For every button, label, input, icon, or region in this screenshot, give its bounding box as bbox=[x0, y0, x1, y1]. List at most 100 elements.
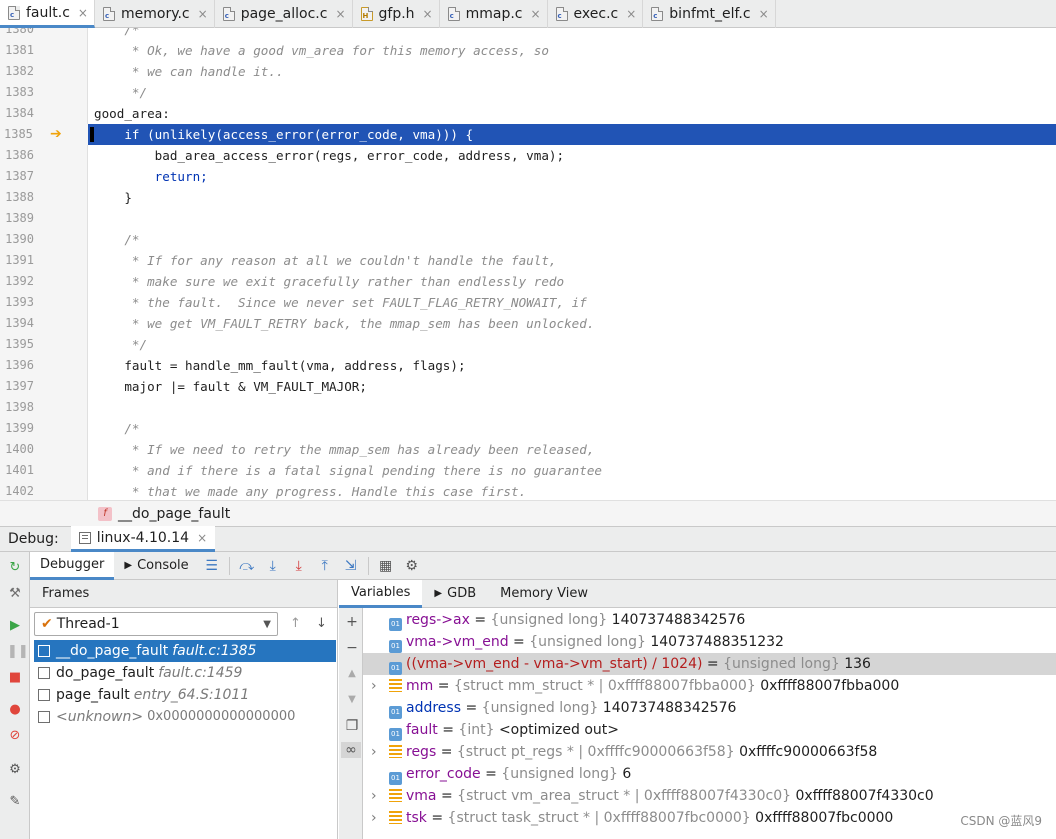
tab-gfp-h[interactable]: H gfp.h × bbox=[353, 0, 440, 28]
chevron-right-icon[interactable]: › bbox=[371, 741, 377, 763]
frame-row[interactable]: page_fault entry_64.S:1011 bbox=[34, 684, 336, 706]
tab-console[interactable]: ▶ Console bbox=[114, 552, 198, 580]
close-icon[interactable]: × bbox=[197, 531, 207, 545]
close-icon[interactable]: × bbox=[335, 7, 345, 21]
tab-page-alloc-c[interactable]: c page_alloc.c × bbox=[215, 0, 353, 28]
line-number[interactable]: 1400 bbox=[0, 439, 34, 460]
code-line[interactable]: 1390 /* bbox=[0, 229, 1056, 250]
line-number[interactable]: 1393 bbox=[0, 292, 34, 313]
tab-memory-c[interactable]: c memory.c × bbox=[95, 0, 215, 28]
move-up-icon[interactable]: ▲ bbox=[345, 668, 359, 679]
code-line[interactable]: 1389 bbox=[0, 208, 1056, 229]
copy-icon[interactable]: ❐ bbox=[345, 718, 359, 734]
line-number[interactable]: 1388 bbox=[0, 187, 34, 208]
move-down-icon[interactable]: ▼ bbox=[345, 694, 359, 705]
line-number[interactable]: 1392 bbox=[0, 271, 34, 292]
settings-icon[interactable]: ⚙ bbox=[399, 558, 425, 574]
frame-row[interactable]: __do_page_fault fault.c:1385 bbox=[34, 640, 336, 662]
close-icon[interactable]: × bbox=[423, 7, 433, 21]
variable-row[interactable]: › mm = {struct mm_struct * | 0xffff88007f… bbox=[363, 675, 1056, 697]
chevron-right-icon[interactable]: › bbox=[371, 807, 377, 829]
line-number[interactable]: 1394 bbox=[0, 313, 34, 334]
code-line[interactable]: 1391 * If for any reason at all we could… bbox=[0, 250, 1056, 271]
code-line[interactable]: 1400 * If we need to retry the mmap_sem … bbox=[0, 439, 1056, 460]
step-into-icon[interactable]: ⤓ bbox=[260, 558, 286, 574]
code-line[interactable]: 1402 * that we made any progress. Handle… bbox=[0, 481, 1056, 500]
resume-icon[interactable]: ▶ bbox=[7, 618, 23, 634]
chevron-right-icon[interactable]: › bbox=[371, 675, 377, 697]
variable-row[interactable]: 01 fault = {int} <optimized out> bbox=[363, 719, 1056, 741]
gear-icon[interactable]: ⚙ bbox=[7, 762, 23, 778]
variable-row[interactable]: 01 regs->ax = {unsigned long} 14073748834… bbox=[363, 609, 1056, 631]
current-line[interactable]: 1385 ➔ if (unlikely(access_error(error_co… bbox=[0, 124, 1056, 145]
breadcrumb-function[interactable]: __do_page_fault bbox=[118, 506, 230, 522]
line-number[interactable]: 1380 bbox=[0, 28, 34, 40]
tab-fault-c[interactable]: c fault.c × bbox=[0, 0, 95, 28]
tab-binfmt-elf-c[interactable]: c binfmt_elf.c × bbox=[643, 0, 776, 28]
pin-icon[interactable]: ✎ bbox=[7, 794, 23, 810]
step-over-icon[interactable]: ⤼ bbox=[234, 558, 260, 574]
code-line[interactable]: 1380 /* bbox=[0, 28, 1056, 40]
code-line[interactable]: 1396 fault = handle_mm_fault(vma, addres… bbox=[0, 355, 1056, 376]
code-line[interactable]: 1388 } bbox=[0, 187, 1056, 208]
line-number[interactable]: 1395 bbox=[0, 334, 34, 355]
thread-selector[interactable]: ✔ Thread-1 ▼ bbox=[34, 612, 278, 636]
pause-icon[interactable]: ❚❚ bbox=[7, 644, 29, 660]
variable-row[interactable]: 01 error_code = {unsigned long} 6 bbox=[363, 763, 1056, 785]
variable-row[interactable]: 01 address = {unsigned long} 140737488342… bbox=[363, 697, 1056, 719]
line-number[interactable]: 1397 bbox=[0, 376, 34, 397]
code-line[interactable]: 1401 * and if there is a fatal signal pe… bbox=[0, 460, 1056, 481]
line-number[interactable]: 1386 bbox=[0, 145, 34, 166]
line-number[interactable]: 1387 bbox=[0, 166, 34, 187]
variable-row[interactable]: 01 vma->vm_end = {unsigned long} 14073748… bbox=[363, 631, 1056, 653]
tab-mmap-c[interactable]: c mmap.c × bbox=[440, 0, 548, 28]
remove-watch-icon[interactable]: − bbox=[345, 640, 359, 656]
arrow-down-icon[interactable]: ↓ bbox=[316, 616, 327, 631]
breadcrumb[interactable]: f __do_page_fault bbox=[0, 500, 1056, 526]
code-line[interactable]: 1386 bad_area_access_error(regs, error_c… bbox=[0, 145, 1056, 166]
add-watch-icon[interactable]: + bbox=[345, 614, 359, 630]
stop-icon[interactable]: ■ bbox=[7, 670, 23, 686]
tab-variables[interactable]: Variables bbox=[339, 579, 423, 608]
close-icon[interactable]: × bbox=[198, 7, 208, 21]
tab-memory-view[interactable]: Memory View bbox=[488, 580, 600, 608]
menu-icon[interactable]: ☰ bbox=[199, 558, 225, 574]
step-out-icon[interactable]: ⤒ bbox=[312, 558, 338, 574]
code-line[interactable]: 1399 /* bbox=[0, 418, 1056, 439]
line-number[interactable]: 1385 bbox=[0, 124, 88, 145]
variable-row[interactable]: 01 ((vma->vm_end - vma->vm_start) / 1024)… bbox=[363, 653, 1056, 675]
code-line[interactable]: 1394 * we get VM_FAULT_RETRY back, the m… bbox=[0, 313, 1056, 334]
mute-breakpoints-icon[interactable]: ⊘ bbox=[7, 728, 23, 744]
tab-debugger[interactable]: Debugger bbox=[30, 551, 115, 580]
rerun-icon[interactable]: ↻ bbox=[7, 560, 23, 576]
line-number[interactable]: 1389 bbox=[0, 208, 34, 229]
variable-row[interactable]: › vma = {struct vm_area_struct * | 0xffff… bbox=[363, 785, 1056, 807]
view-breakpoints-icon[interactable]: ● bbox=[7, 702, 23, 718]
code-line[interactable]: 1387 return; bbox=[0, 166, 1056, 187]
close-icon[interactable]: × bbox=[626, 7, 636, 21]
line-number[interactable]: 1383 bbox=[0, 82, 34, 103]
line-number[interactable]: 1401 bbox=[0, 460, 34, 481]
close-icon[interactable]: × bbox=[78, 6, 88, 20]
code-line[interactable]: 1398 bbox=[0, 397, 1056, 418]
line-number[interactable]: 1391 bbox=[0, 250, 34, 271]
wrench-icon[interactable]: ⚒ bbox=[7, 586, 23, 602]
frame-row[interactable]: <unknown> 0x0000000000000000 bbox=[34, 706, 336, 728]
line-number[interactable]: 1396 bbox=[0, 355, 34, 376]
close-icon[interactable]: × bbox=[759, 7, 769, 21]
chevron-right-icon[interactable]: › bbox=[371, 785, 377, 807]
code-line[interactable]: 1381 * Ok, we have a good vm_area for th… bbox=[0, 40, 1056, 61]
variable-row[interactable]: › regs = {struct pt_regs * | 0xffffc90000… bbox=[363, 741, 1056, 763]
code-line[interactable]: 1382 * we can handle it.. bbox=[0, 61, 1056, 82]
code-editor[interactable]: 1380 /* 1381 * Ok, we have a good vm_area… bbox=[0, 28, 1056, 500]
line-number[interactable]: 1398 bbox=[0, 397, 34, 418]
line-number[interactable]: 1402 bbox=[0, 481, 34, 500]
tab-gdb[interactable]: ▶ GDB bbox=[422, 580, 488, 608]
line-number[interactable]: 1390 bbox=[0, 229, 34, 250]
code-line[interactable]: 1384 good_area: bbox=[0, 103, 1056, 124]
code-line[interactable]: 1397 major |= fault & VM_FAULT_MAJOR; bbox=[0, 376, 1056, 397]
force-step-into-icon[interactable]: ⤓ bbox=[286, 558, 312, 574]
code-line[interactable]: 1383 */ bbox=[0, 82, 1056, 103]
line-number[interactable]: 1381 bbox=[0, 40, 34, 61]
line-number[interactable]: 1399 bbox=[0, 418, 34, 439]
